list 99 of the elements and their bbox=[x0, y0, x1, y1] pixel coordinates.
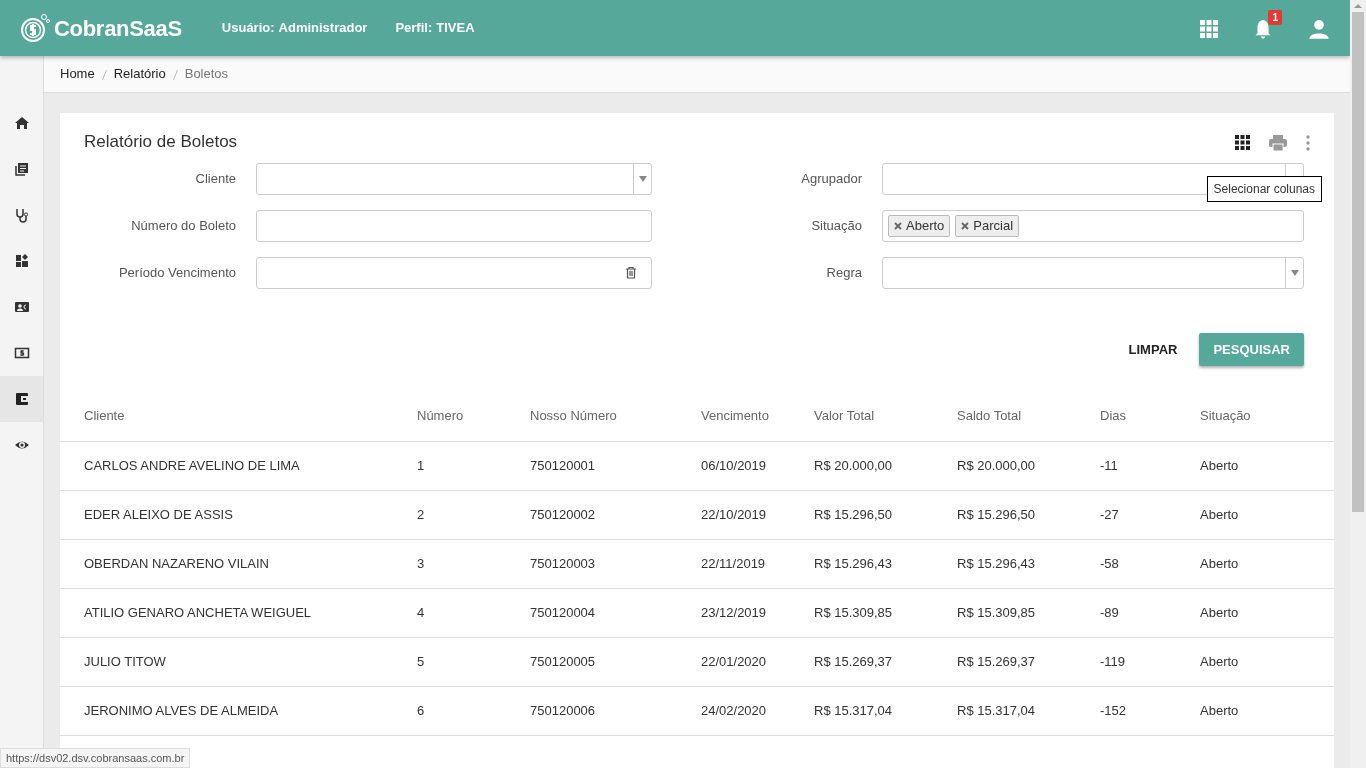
field-label: Período Vencimento bbox=[117, 263, 237, 282]
table-cell-text: CARLOS ANDRE AVELINO DE LIMA bbox=[84, 457, 301, 476]
table-cell-text: -119 bbox=[1100, 653, 1127, 672]
table-cell-text: 22/10/2019 bbox=[701, 506, 768, 525]
user-name: Administrador bbox=[278, 19, 368, 38]
breadcrumb-link[interactable]: Home bbox=[60, 64, 95, 84]
selected-tag[interactable]: Aberto bbox=[888, 214, 951, 237]
column-header[interactable]: Nosso Número bbox=[530, 405, 701, 426]
notification-badge: 1 bbox=[1268, 10, 1282, 25]
stethoscope-icon bbox=[13, 207, 30, 223]
card-title: Relatório de Boletos bbox=[84, 131, 238, 153]
table-cell-text: Aberto bbox=[1200, 702, 1240, 721]
table-cell-text: Aberto bbox=[1200, 457, 1240, 476]
table-cell-text: R$ 20.000,00 bbox=[814, 457, 894, 476]
date-range-field[interactable] bbox=[256, 256, 652, 289]
table-cell-text: -58 bbox=[1100, 555, 1120, 574]
table-cell-text: 750120006 bbox=[530, 702, 597, 721]
table-cell-text: R$ 15.269,37 bbox=[957, 653, 1037, 672]
breadcrumb-separator-icon bbox=[172, 69, 178, 80]
table-cell-text: -27 bbox=[1100, 506, 1120, 525]
table-cell-text: 3 bbox=[417, 555, 426, 574]
table-cell-text: R$ 15.309,85 bbox=[957, 604, 1037, 623]
table-cell-text: R$ 15.296,50 bbox=[814, 506, 894, 525]
table-cell-text: 6 bbox=[417, 702, 426, 721]
column-header[interactable]: Saldo Total bbox=[957, 405, 1100, 426]
caret-down-icon bbox=[1290, 269, 1299, 276]
table-cell-text: R$ 15.317,04 bbox=[957, 702, 1037, 721]
table-cell-text: 2 bbox=[417, 506, 426, 525]
table-cell-text: -89 bbox=[1100, 604, 1120, 623]
tooltip: Selecionar colunas bbox=[1206, 175, 1322, 202]
table-cell-text: 22/01/2020 bbox=[701, 653, 768, 672]
table-cell-text: JULIO TITOW bbox=[84, 653, 167, 672]
field-label: Número do Boleto bbox=[130, 216, 237, 235]
breadcrumb-separator-icon bbox=[101, 69, 107, 80]
table-cell-text: 4 bbox=[417, 604, 426, 623]
table-cell-text: -152 bbox=[1100, 702, 1128, 721]
column-header[interactable]: Número bbox=[417, 405, 530, 426]
column-header[interactable]: Cliente bbox=[84, 405, 417, 426]
status-bar-url: https://dsv02.dsv.cobransaas.com.br bbox=[0, 747, 191, 768]
column-header[interactable]: Situação bbox=[1200, 405, 1310, 426]
table-cell-text: 22/11/2019 bbox=[701, 555, 767, 574]
table-cell-text: ATILIO GENARO ANCHETA WEIGUEL bbox=[84, 604, 313, 623]
table-cell-text: R$ 20.000,00 bbox=[957, 457, 1037, 476]
table-cell-text: R$ 15.309,85 bbox=[814, 604, 894, 623]
table-cell-text: R$ 15.317,04 bbox=[814, 702, 894, 721]
table-cell-text: Aberto bbox=[1200, 604, 1240, 623]
caret-down-icon bbox=[638, 175, 647, 182]
field-label: Agrupador bbox=[800, 169, 863, 188]
table-cell-text: 06/10/2019 bbox=[701, 457, 768, 476]
table-cell-text: OBERDAN NAZARENO VILAIN bbox=[84, 555, 270, 574]
sidebar-item[interactable] bbox=[0, 376, 43, 422]
table-cell-text: 750120001 bbox=[530, 457, 597, 476]
select-field[interactable] bbox=[256, 162, 652, 195]
document-stack-icon bbox=[13, 161, 30, 177]
scrollbar[interactable] bbox=[1350, 0, 1366, 768]
table-cell-text: 750120005 bbox=[530, 653, 597, 672]
table-cell-text: 5 bbox=[417, 653, 426, 672]
multi-select-field[interactable]: Aberto Parcial bbox=[882, 209, 1304, 242]
table-cell-text: 750120003 bbox=[530, 555, 597, 574]
app-logo-text: CobranSaaS bbox=[54, 14, 182, 43]
dashboard-icon bbox=[13, 253, 30, 269]
clear-button[interactable]: LIMPAR bbox=[1122, 338, 1184, 360]
profile-name: TIVEA bbox=[436, 19, 475, 38]
field-label: Situação bbox=[810, 216, 863, 235]
table-cell-text: Aberto bbox=[1200, 555, 1240, 574]
table-cell-text: 1 bbox=[417, 457, 426, 476]
table-cell-text: 23/12/2019 bbox=[701, 604, 768, 623]
table-cell-text: 750120004 bbox=[530, 604, 597, 623]
banknote-icon bbox=[13, 345, 30, 361]
breadcrumb-link[interactable]: Relatório bbox=[113, 64, 166, 84]
user-label: Usuário: bbox=[221, 19, 275, 38]
table-cell-text: JERONIMO ALVES DE ALMEIDA bbox=[84, 702, 280, 721]
text-field[interactable] bbox=[256, 209, 652, 242]
select-field[interactable] bbox=[882, 256, 1304, 289]
coin-logo-icon bbox=[20, 13, 50, 43]
column-header[interactable]: Vencimento bbox=[701, 405, 814, 426]
table-cell-text: -11 bbox=[1100, 457, 1119, 476]
table-cell-text: R$ 15.296,50 bbox=[957, 506, 1037, 525]
table-cell-text: EDER ALEIXO DE ASSIS bbox=[84, 506, 234, 525]
table-cell-text: Aberto bbox=[1200, 506, 1240, 525]
table-cell-text: 750120002 bbox=[530, 506, 597, 525]
table-cell-text: 24/02/2020 bbox=[701, 702, 768, 721]
breadcrumb-current: Boletos bbox=[184, 65, 229, 84]
column-header[interactable]: Valor Total bbox=[814, 405, 957, 426]
column-header[interactable]: Dias bbox=[1100, 405, 1200, 426]
home-icon bbox=[13, 115, 30, 131]
field-label: Cliente bbox=[194, 169, 237, 188]
field-label: Regra bbox=[825, 263, 863, 282]
trash-icon bbox=[625, 266, 637, 279]
contact-card-icon bbox=[13, 299, 30, 315]
table-cell-text: R$ 15.296,43 bbox=[957, 555, 1037, 574]
wallet-icon bbox=[13, 391, 30, 407]
remove-icon bbox=[894, 221, 902, 230]
table-cell-text: R$ 15.269,37 bbox=[814, 653, 894, 672]
selected-tag[interactable]: Parcial bbox=[955, 214, 1020, 237]
table-cell-text: Aberto bbox=[1200, 653, 1240, 672]
profile-label: Perfil: bbox=[395, 19, 433, 38]
remove-icon bbox=[961, 221, 970, 230]
table-cell-text: R$ 15.296,43 bbox=[814, 555, 894, 574]
